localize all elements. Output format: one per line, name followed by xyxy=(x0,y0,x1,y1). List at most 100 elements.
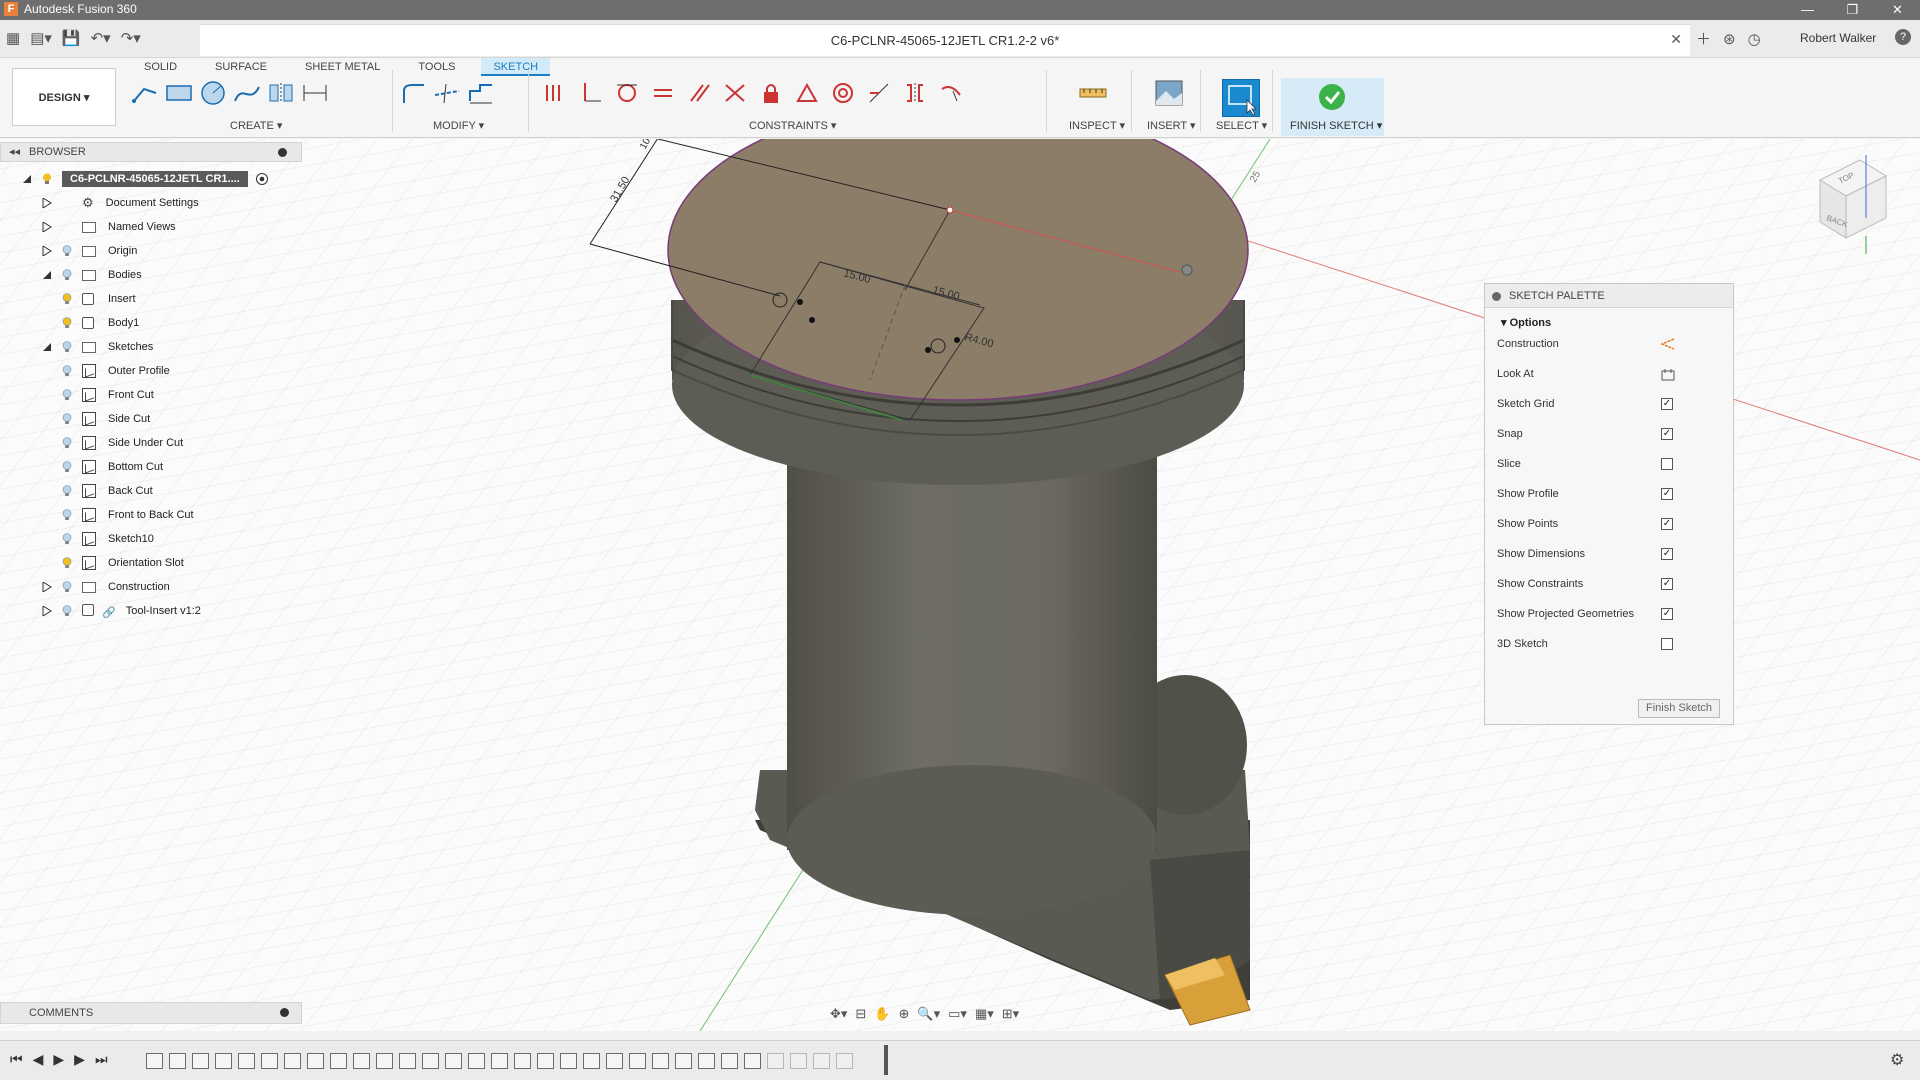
palette-checkbox[interactable]: ✓ xyxy=(1661,608,1673,620)
timeline-feature-icon[interactable] xyxy=(307,1053,324,1069)
timeline-feature-icon[interactable] xyxy=(606,1053,623,1069)
finish-sketch-palette-button[interactable]: Finish Sketch xyxy=(1638,699,1720,718)
tab-solid[interactable]: SOLID xyxy=(132,58,189,76)
timeline-feature-icon[interactable] xyxy=(698,1053,715,1069)
collapse-panel-icon[interactable]: ◂◂ xyxy=(9,143,20,161)
minimize-button[interactable]: — xyxy=(1785,0,1830,20)
insert-group-label[interactable]: INSERT ▾ xyxy=(1147,119,1196,132)
timeline-feature-icon[interactable] xyxy=(238,1053,255,1069)
tree-item-tool-insert-occurrence[interactable]: 🔗 Tool-Insert v1:2 xyxy=(42,600,201,622)
visibility-bulb-icon[interactable] xyxy=(62,413,72,425)
insert-image-icon[interactable] xyxy=(1152,78,1186,108)
tree-item-construction[interactable]: Construction xyxy=(42,576,170,598)
expand-triangle-icon[interactable] xyxy=(42,197,52,209)
timeline-feature-icon[interactable] xyxy=(675,1053,692,1069)
timeline-settings-icon[interactable]: ⚙ xyxy=(1890,1050,1904,1070)
perpendicular-constraint-icon[interactable] xyxy=(717,78,753,108)
pin-icon[interactable] xyxy=(278,148,287,157)
midpoint-constraint-icon[interactable] xyxy=(789,78,825,108)
modify-group-label[interactable]: MODIFY ▾ xyxy=(433,119,484,132)
palette-checkbox[interactable]: ✓ xyxy=(1661,548,1673,560)
document-tab[interactable]: C6-PCLNR-45065-12JETL CR1.2-2 v6* ✕ xyxy=(200,24,1690,56)
timeline-feature-icon[interactable] xyxy=(284,1053,301,1069)
undo-icon[interactable]: ↶▾ xyxy=(91,29,111,47)
tree-item-sketch-outer-profile[interactable]: Outer Profile xyxy=(62,360,170,382)
measure-tool-icon[interactable] xyxy=(1076,78,1110,108)
timeline-feature-icon[interactable] xyxy=(790,1053,807,1069)
tree-root[interactable]: C6-PCLNR-45065-12JETL CR1.... xyxy=(22,168,268,190)
timeline-feature-icon[interactable] xyxy=(491,1053,508,1069)
step-forward-icon[interactable]: ▶ xyxy=(74,1051,85,1068)
timeline-feature-icon[interactable] xyxy=(192,1053,209,1069)
tree-item-sketch-side-under-cut[interactable]: Side Under Cut xyxy=(62,432,183,454)
tree-item-sketch-back-cut[interactable]: Back Cut xyxy=(62,480,153,502)
visibility-bulb-icon[interactable] xyxy=(62,245,72,257)
user-name[interactable]: Robert Walker xyxy=(1800,31,1876,45)
visibility-bulb-icon[interactable] xyxy=(62,509,72,521)
tree-item-named-views[interactable]: Named Views xyxy=(42,216,176,238)
root-component-label[interactable]: C6-PCLNR-45065-12JETL CR1.... xyxy=(62,171,248,187)
comments-panel[interactable]: COMMENTS xyxy=(0,1002,302,1024)
look-at-icon[interactable] xyxy=(1661,368,1675,381)
circle-tool-icon[interactable] xyxy=(196,78,230,108)
options-section[interactable]: ▾ Options xyxy=(1485,308,1733,329)
timeline-feature-icon[interactable] xyxy=(514,1053,531,1069)
fix-constraint-icon[interactable] xyxy=(753,78,789,108)
tab-tools[interactable]: TOOLS xyxy=(406,58,467,76)
save-icon[interactable]: 💾 xyxy=(62,29,81,47)
spline-tool-icon[interactable] xyxy=(230,78,264,108)
palette-checkbox[interactable]: ✓ xyxy=(1661,578,1673,590)
palette-checkbox[interactable]: ✓ xyxy=(1661,428,1673,440)
timeline-feature-icon[interactable] xyxy=(537,1053,554,1069)
timeline-feature-icon[interactable] xyxy=(261,1053,278,1069)
fit-icon[interactable]: 🔍▾ xyxy=(917,1006,940,1022)
palette-checkbox[interactable]: ✓ xyxy=(1661,488,1673,500)
symmetry-constraint-icon[interactable] xyxy=(897,78,933,108)
timeline-feature-icon[interactable] xyxy=(169,1053,186,1069)
tree-item-sketch-bottom-cut[interactable]: Bottom Cut xyxy=(62,456,163,478)
timeline-feature-icon[interactable] xyxy=(468,1053,485,1069)
step-back-icon[interactable]: ◀ xyxy=(33,1051,44,1068)
sketch-palette-header[interactable]: SKETCH PALETTE xyxy=(1485,284,1733,308)
close-tab-icon[interactable]: ✕ xyxy=(1670,31,1682,48)
expand-triangle-icon[interactable] xyxy=(22,174,32,184)
expand-triangle-icon[interactable] xyxy=(42,581,52,593)
visibility-bulb-icon[interactable] xyxy=(62,485,72,497)
constraints-group-label[interactable]: CONSTRAINTS ▾ xyxy=(749,119,836,132)
timeline-feature-icon[interactable] xyxy=(721,1053,738,1069)
timeline-feature-icon[interactable] xyxy=(330,1053,347,1069)
visibility-bulb-icon[interactable] xyxy=(62,365,72,377)
look-at-icon[interactable]: ⊟ xyxy=(855,1006,866,1022)
tree-item-body-body1[interactable]: Body1 xyxy=(62,312,139,334)
timeline-feature-icon[interactable] xyxy=(215,1053,232,1069)
visibility-bulb-icon[interactable] xyxy=(62,269,72,281)
palette-checkbox[interactable]: ✓ xyxy=(1661,518,1673,530)
tab-surface[interactable]: SURFACE xyxy=(203,58,279,76)
tree-item-sketch-orientation-slot[interactable]: Orientation Slot xyxy=(62,552,184,574)
timeline-marker[interactable] xyxy=(884,1045,888,1075)
tab-sheet-metal[interactable]: SHEET METAL xyxy=(293,58,392,76)
close-window-button[interactable]: ✕ xyxy=(1875,0,1920,20)
finish-sketch-button[interactable]: FINISH SKETCH ▾ xyxy=(1281,78,1384,136)
timeline-feature-icon[interactable] xyxy=(836,1053,853,1069)
go-to-start-icon[interactable]: ⏮ xyxy=(10,1051,23,1068)
tree-item-sketch-side-cut[interactable]: Side Cut xyxy=(62,408,150,430)
orbit-icon[interactable]: ✥▾ xyxy=(830,1006,847,1022)
visibility-bulb-icon[interactable] xyxy=(62,605,72,617)
visibility-bulb-icon[interactable] xyxy=(62,437,72,449)
new-tab-icon[interactable]: ＋ xyxy=(1696,28,1711,49)
palette-checkbox[interactable] xyxy=(1661,638,1673,650)
display-settings-icon[interactable]: ▭▾ xyxy=(948,1006,967,1022)
visibility-bulb-icon[interactable] xyxy=(62,341,72,353)
grid-settings-icon[interactable]: ▦▾ xyxy=(975,1006,994,1022)
select-group-label[interactable]: SELECT ▾ xyxy=(1216,119,1267,132)
palette-checkbox[interactable] xyxy=(1661,458,1673,470)
offset-tool-icon[interactable] xyxy=(464,78,498,108)
tree-item-sketch-front-cut[interactable]: Front Cut xyxy=(62,384,154,406)
go-to-end-icon[interactable]: ⏭ xyxy=(95,1051,108,1068)
inspect-group-label[interactable]: INSPECT ▾ xyxy=(1069,119,1125,132)
play-icon[interactable]: ▶ xyxy=(53,1051,64,1068)
workspace-dropdown[interactable]: DESIGN ▾ xyxy=(12,68,116,126)
timeline-feature-icon[interactable] xyxy=(767,1053,784,1069)
timeline-feature-icon[interactable] xyxy=(583,1053,600,1069)
